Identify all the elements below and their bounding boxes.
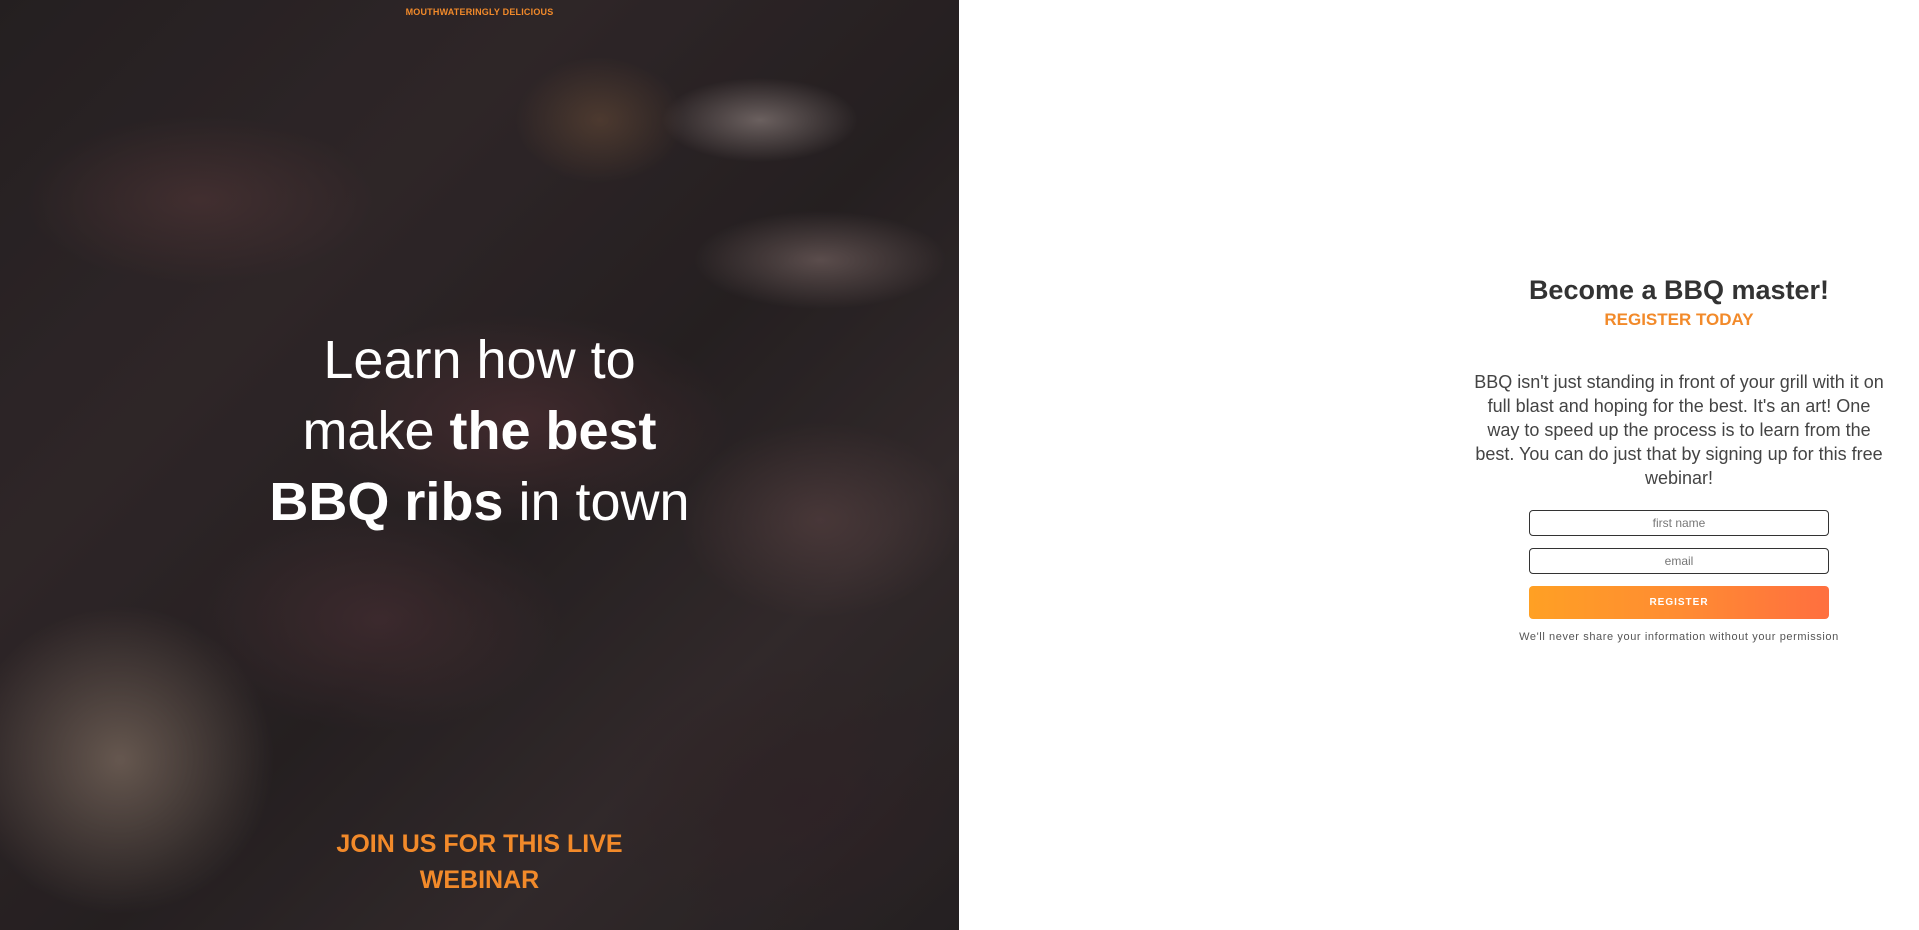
hero-headline: Learn how to make the best BBQ ribs in t… <box>0 325 959 538</box>
hero-headline-line-3: BBQ ribs in town <box>0 467 959 538</box>
hero-callout-line-1: JOIN US FOR THIS LIVE <box>336 830 623 858</box>
privacy-note: We'll never share your information witho… <box>1519 631 1839 643</box>
hero-callout-line-2: WEBINAR <box>419 866 540 894</box>
hero-section: MOUTHWATERINGLY DELICIOUS Learn how to m… <box>0 0 959 930</box>
hero-headline-line-1: Learn how to <box>323 330 636 390</box>
hero-headline-bold-text: BBQ ribs <box>269 472 504 532</box>
hero-kicker: MOUTHWATERINGLY DELICIOUS <box>405 7 554 17</box>
hero-headline-line-2: make the best <box>0 396 959 467</box>
panel-description: BBQ isn't just standing in front of your… <box>1474 372 1884 488</box>
panel-subtitle: REGISTER TODAY <box>1604 310 1754 329</box>
email-input[interactable] <box>1529 548 1829 574</box>
hero-headline-light-text: in town <box>503 472 690 532</box>
panel-title: Become a BBQ master! <box>1528 275 1830 305</box>
hero-headline-bold-text: the best <box>449 401 657 461</box>
registration-panel: Become a BBQ master! REGISTER TODAY BBQ … <box>959 0 1919 930</box>
registration-content: Become a BBQ master! REGISTER TODAY BBQ … <box>1239 272 1919 643</box>
landing-page: MOUTHWATERINGLY DELICIOUS Learn how to m… <box>0 0 1919 930</box>
hero-webinar-callout: JOIN US FOR THIS LIVE WEBINAR <box>0 826 959 898</box>
registration-form: REGISTER <box>1529 510 1829 619</box>
register-button[interactable]: REGISTER <box>1529 586 1829 619</box>
first-name-input[interactable] <box>1529 510 1829 536</box>
hero-headline-light-text: make <box>302 401 450 461</box>
